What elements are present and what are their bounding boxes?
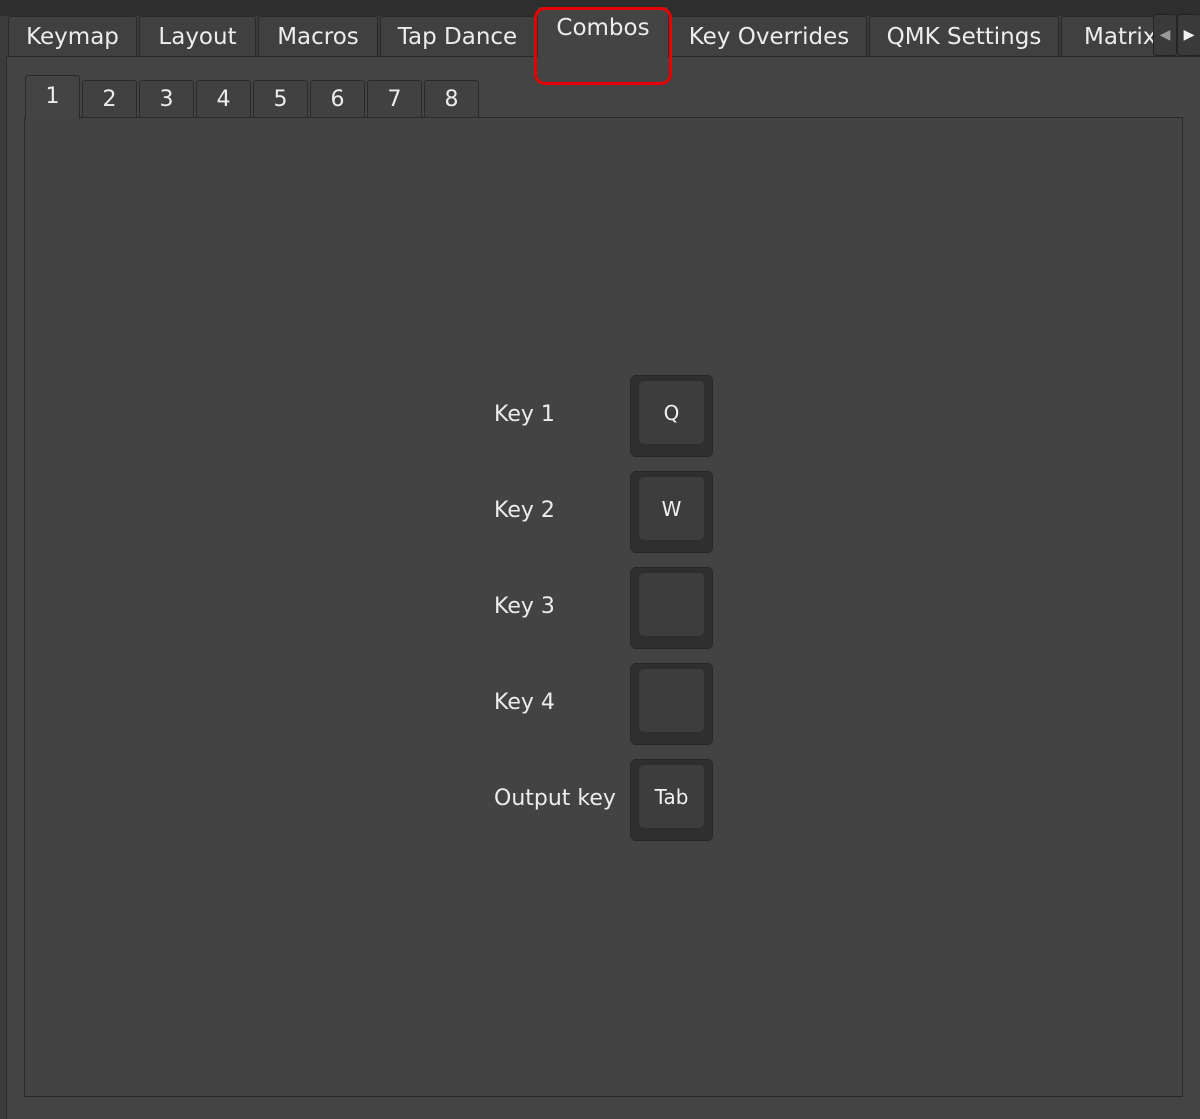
tab-label: Tap Dance <box>397 24 518 50</box>
main-tab-bar: Keymap Layout Macros Tap Dance Combos Ke… <box>0 0 1200 58</box>
tab-tap-dance[interactable]: Tap Dance <box>380 16 535 56</box>
tab-label: Matrix <box>1084 24 1156 50</box>
tab-label: Combos <box>556 15 650 41</box>
combo-tab-7[interactable]: 7 <box>367 80 422 117</box>
tab-scroll-right-button[interactable]: ▶ <box>1177 14 1200 56</box>
combo-tab-4[interactable]: 4 <box>196 80 251 117</box>
tab-key-overrides[interactable]: Key Overrides <box>671 16 867 56</box>
key-1-value: Q <box>639 381 704 444</box>
tab-combos[interactable]: Combos <box>537 6 669 58</box>
key-2-button[interactable]: W <box>630 471 713 553</box>
tab-label: Keymap <box>26 24 119 50</box>
key-3-label: Key 3 <box>494 594 555 619</box>
combo-tab-8[interactable]: 8 <box>424 80 479 117</box>
tab-label: Layout <box>158 24 237 50</box>
key-1-label: Key 1 <box>494 402 555 427</box>
combo-editor-panel <box>24 117 1183 1097</box>
key-1-button[interactable]: Q <box>630 375 713 457</box>
key-4-label: Key 4 <box>494 690 555 715</box>
key-4-value <box>639 669 704 732</box>
combo-tab-5[interactable]: 5 <box>253 80 308 117</box>
tab-qmk-settings[interactable]: QMK Settings <box>869 16 1059 56</box>
output-key-button[interactable]: Tab <box>630 759 713 841</box>
combo-tab-3[interactable]: 3 <box>139 80 194 117</box>
key-4-button[interactable] <box>630 663 713 745</box>
tab-keymap[interactable]: Keymap <box>8 16 137 56</box>
combo-tab-1[interactable]: 1 <box>25 75 80 119</box>
output-key-value: Tab <box>639 765 704 828</box>
output-key-label: Output key <box>494 786 616 811</box>
combo-tab-6[interactable]: 6 <box>310 80 365 117</box>
key-2-label: Key 2 <box>494 498 555 523</box>
tab-layout[interactable]: Layout <box>139 16 256 56</box>
chevron-right-icon: ▶ <box>1183 27 1195 43</box>
tab-scroll-left-button[interactable]: ◀ <box>1153 14 1177 56</box>
combo-tab-2[interactable]: 2 <box>82 80 137 117</box>
tab-label: QMK Settings <box>886 24 1042 50</box>
chevron-left-icon: ◀ <box>1159 27 1171 43</box>
tab-matrix[interactable]: Matrix <box>1061 16 1156 56</box>
key-3-value <box>639 573 704 636</box>
key-2-value: W <box>639 477 704 540</box>
tab-label: Macros <box>277 24 359 50</box>
key-3-button[interactable] <box>630 567 713 649</box>
tab-label: Key Overrides <box>688 24 850 50</box>
tab-macros[interactable]: Macros <box>258 16 378 56</box>
app-window: Keymap Layout Macros Tap Dance Combos Ke… <box>0 0 1200 1119</box>
